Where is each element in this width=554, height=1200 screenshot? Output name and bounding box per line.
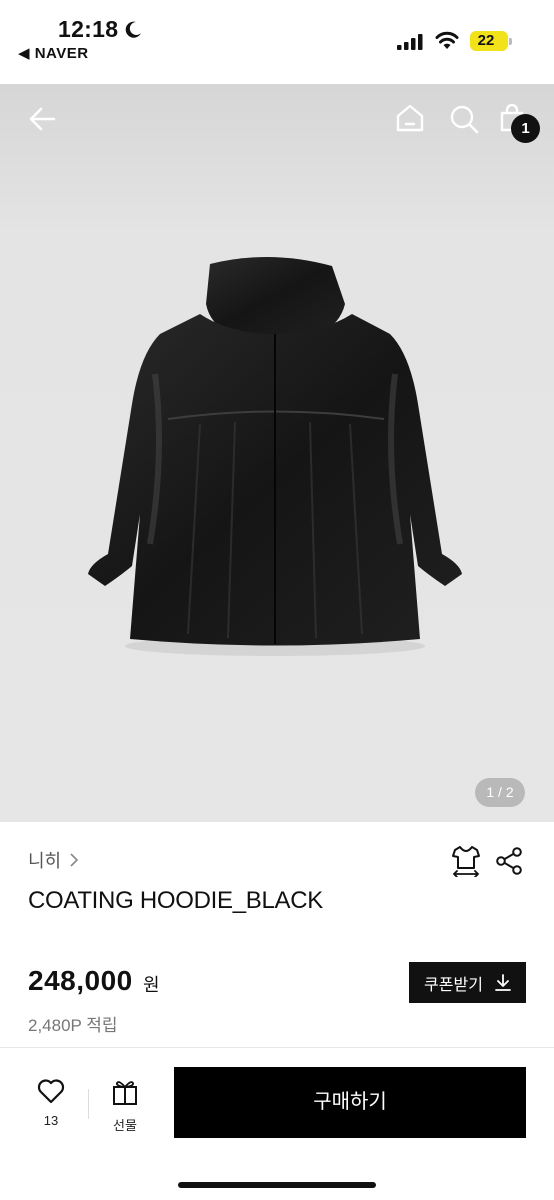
cart-count-badge[interactable]: 1: [511, 114, 540, 143]
battery-indicator: 22: [470, 31, 512, 51]
home-icon[interactable]: [395, 103, 425, 133]
signal-icon: [397, 34, 423, 50]
product-title: COATING HOODIE_BLACK: [28, 887, 323, 914]
price-currency: 원: [143, 975, 160, 995]
back-arrow-icon[interactable]: [27, 104, 57, 134]
section-divider: [0, 1047, 554, 1048]
gift-button[interactable]: 선물: [104, 1078, 146, 1134]
action-separator: [88, 1089, 89, 1119]
brand-name[interactable]: 니히: [28, 847, 61, 873]
share-icon[interactable]: [496, 847, 523, 875]
gift-label: 선물: [113, 1118, 137, 1133]
home-indicator: [178, 1182, 376, 1188]
image-page-indicator: 1 / 2: [475, 778, 525, 807]
size-guide-icon[interactable]: [451, 845, 481, 877]
status-bar: 12:18 ◀ NAVER 22: [0, 0, 554, 84]
battery-level: 22: [477, 32, 495, 49]
brand-link[interactable]: 니히: [28, 847, 79, 873]
product-image-gallery[interactable]: 1 / 2: [0, 84, 554, 822]
like-count: 13: [43, 1113, 59, 1128]
download-icon: [495, 973, 511, 991]
chevron-right-icon: [70, 853, 79, 867]
back-to-app-link[interactable]: ◀ NAVER: [18, 44, 89, 62]
moon-icon: [125, 21, 141, 38]
gift-icon: [113, 1081, 137, 1105]
product-image[interactable]: [70, 254, 480, 734]
search-icon[interactable]: [449, 104, 479, 134]
like-button[interactable]: 13: [30, 1078, 72, 1128]
status-time: 12:18: [58, 16, 119, 42]
coupon-label: 쿠폰받기: [424, 976, 483, 994]
wifi-icon: [435, 31, 459, 49]
product-price: 248,000: [28, 965, 133, 996]
reward-points: 2,480P 적립: [28, 1016, 118, 1035]
buy-now-button[interactable]: 구매하기: [174, 1067, 526, 1138]
get-coupon-button[interactable]: 쿠폰받기: [409, 962, 526, 1003]
battery-nub: [509, 38, 512, 45]
heart-icon: [37, 1079, 65, 1104]
